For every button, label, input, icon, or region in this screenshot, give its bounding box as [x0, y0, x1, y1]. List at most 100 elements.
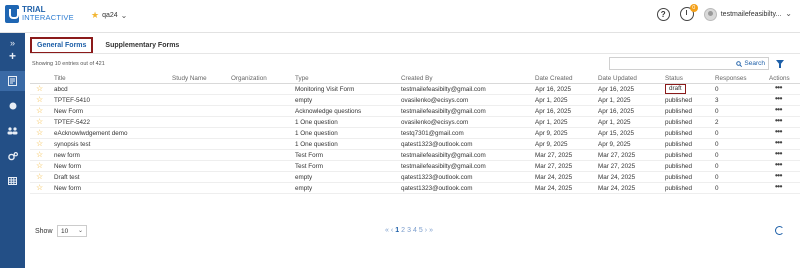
row-type: 1 One question: [295, 141, 338, 148]
favorite-star-icon[interactable]: ☆: [36, 95, 43, 104]
chevron-down-icon: ⌄: [77, 228, 83, 234]
row-actions-button[interactable]: •••: [775, 160, 782, 169]
forms-icon[interactable]: [0, 71, 25, 91]
row-title[interactable]: TPTEF-5422: [54, 119, 90, 126]
table-row[interactable]: ☆ New form empty qatest1323@outlook.com Mar …: [30, 182, 800, 194]
row-actions-button[interactable]: •••: [775, 105, 782, 114]
row-title[interactable]: new form: [54, 152, 80, 159]
row-date-updated: Apr 15, 2025: [598, 130, 635, 137]
col-status[interactable]: Status: [665, 75, 683, 82]
row-actions-button[interactable]: •••: [775, 94, 782, 103]
row-actions-button[interactable]: •••: [775, 149, 782, 158]
favorite-star-icon[interactable]: ☆: [36, 150, 43, 159]
favorite-star-icon[interactable]: ☆: [36, 128, 43, 137]
row-date-updated: Apr 9, 2025: [598, 141, 631, 148]
page-2[interactable]: 2: [401, 227, 405, 234]
row-type: empty: [295, 97, 313, 104]
table-row[interactable]: ☆ New form Test Form testmailefeasibilty@gm…: [30, 160, 800, 172]
users-icon[interactable]: [0, 121, 25, 141]
filter-icon[interactable]: [776, 60, 784, 68]
page-5[interactable]: 5: [419, 227, 423, 234]
row-created-by: testmailefeasibilty@gmail.com: [401, 86, 486, 93]
col-date-updated[interactable]: Date Updated: [598, 75, 637, 82]
table-row[interactable]: ☆ TPTEF-5410 empty ovasilenko@ecisys.com Apr…: [30, 94, 800, 106]
add-icon[interactable]: +: [0, 46, 25, 66]
col-responses[interactable]: Responses: [715, 75, 747, 82]
row-actions-button[interactable]: •••: [775, 116, 782, 125]
page-4[interactable]: 4: [413, 227, 417, 234]
help-icon[interactable]: ?: [656, 7, 670, 21]
row-date-created: Mar 27, 2025: [535, 163, 573, 170]
settings-icon[interactable]: [0, 146, 25, 166]
table-row[interactable]: ☆ New Form Acknowledge questions testmailef…: [30, 105, 800, 117]
row-title[interactable]: TPTEF-5410: [54, 97, 90, 104]
col-study-name[interactable]: Study Name: [172, 75, 207, 82]
favorite-star-icon[interactable]: ☆: [36, 183, 43, 192]
col-title[interactable]: Title: [54, 75, 66, 82]
prev-page-button[interactable]: ‹: [391, 227, 393, 234]
table-row[interactable]: ☆ abcd Monitoring Visit Form testmailefeasi…: [30, 83, 800, 95]
last-page-button[interactable]: »: [429, 227, 433, 234]
first-page-button[interactable]: «: [385, 227, 389, 234]
circle-icon[interactable]: [0, 96, 25, 116]
page-3[interactable]: 3: [407, 227, 411, 234]
row-title[interactable]: abcd: [54, 86, 68, 93]
grid-icon[interactable]: [0, 171, 25, 191]
favorite-star-icon[interactable]: ☆: [36, 139, 43, 148]
refresh-icon[interactable]: [775, 226, 784, 235]
col-date-created[interactable]: Date Created: [535, 75, 572, 82]
row-date-updated: Apr 1, 2025: [598, 119, 631, 126]
row-type: empty: [295, 185, 313, 192]
row-title[interactable]: New Form: [54, 108, 83, 115]
row-type: 1 One question: [295, 119, 338, 126]
row-type: empty: [295, 174, 313, 181]
row-created-by: qatest1323@outlook.com: [401, 141, 473, 148]
favorite-star-icon[interactable]: ☆: [36, 172, 43, 181]
user-menu[interactable]: testmailefeasibilty... ⌄: [703, 7, 792, 21]
col-type[interactable]: Type: [295, 75, 309, 82]
row-actions-button[interactable]: •••: [775, 83, 782, 92]
notification-badge: 0: [689, 4, 698, 12]
page-1[interactable]: 1: [395, 227, 399, 234]
col-organization[interactable]: Organization: [231, 75, 267, 82]
brand-bottom: INTERACTIVE: [22, 13, 74, 22]
workspace-selector[interactable]: ★ qa24 ⌄: [91, 11, 127, 20]
row-date-updated: Mar 27, 2025: [598, 163, 636, 170]
chevron-down-icon: ⌄: [120, 10, 128, 20]
favorite-star-icon[interactable]: ☆: [36, 106, 43, 115]
workspace-name: qa24: [102, 12, 118, 19]
favorite-star-icon[interactable]: ☆: [36, 161, 43, 170]
col-created-by[interactable]: Created By: [401, 75, 433, 82]
row-title[interactable]: Draft test: [54, 174, 80, 181]
row-date-created: Mar 24, 2025: [535, 174, 573, 181]
row-created-by: ovasilenko@ecisys.com: [401, 97, 469, 104]
app-logo[interactable]: TRIAL INTERACTIVE: [5, 5, 74, 23]
row-responses: 0: [715, 86, 719, 93]
timer-icon[interactable]: 0: [679, 4, 698, 21]
row-date-updated: Apr 16, 2025: [598, 86, 635, 93]
top-bar: TRIAL INTERACTIVE ★ qa24 ⌄ ? 0 testmaile…: [0, 0, 800, 33]
next-page-button[interactable]: ›: [425, 227, 427, 234]
table-row[interactable]: ☆ new form Test Form testmailefeasibilty@gm…: [30, 149, 800, 161]
row-actions-button[interactable]: •••: [775, 127, 782, 136]
row-title[interactable]: New form: [54, 185, 81, 192]
row-date-created: Mar 24, 2025: [535, 185, 573, 192]
page-size-select[interactable]: 10 ⌄: [57, 225, 87, 237]
table-row[interactable]: ☆ eAcknowlwdgement demo 1 One question test…: [30, 127, 800, 139]
row-title[interactable]: eAcknowlwdgement demo: [54, 130, 128, 137]
table-row[interactable]: ☆ Draft test empty qatest1323@outlook.com Ma…: [30, 171, 800, 183]
row-title[interactable]: New form: [54, 163, 81, 170]
favorite-star-icon[interactable]: ☆: [36, 84, 43, 93]
forms-table: Title Study Name Organization Type Creat…: [30, 73, 800, 194]
table-row[interactable]: ☆ TPTEF-5422 1 One question ovasilenko@ecis…: [30, 116, 800, 128]
favorite-star-icon[interactable]: ☆: [36, 117, 43, 126]
search-input[interactable]: Search: [609, 57, 769, 70]
tab-supplementary-forms[interactable]: Supplementary Forms: [100, 39, 184, 52]
row-actions-button[interactable]: •••: [775, 182, 782, 191]
row-actions-button[interactable]: •••: [775, 138, 782, 147]
table-row[interactable]: ☆ synopsis test 1 One question qatest1323@o…: [30, 138, 800, 150]
tab-general-forms[interactable]: General Forms: [30, 37, 94, 54]
table-header: Title Study Name Organization Type Creat…: [30, 73, 800, 84]
row-title[interactable]: synopsis test: [54, 141, 90, 148]
row-actions-button[interactable]: •••: [775, 171, 782, 180]
